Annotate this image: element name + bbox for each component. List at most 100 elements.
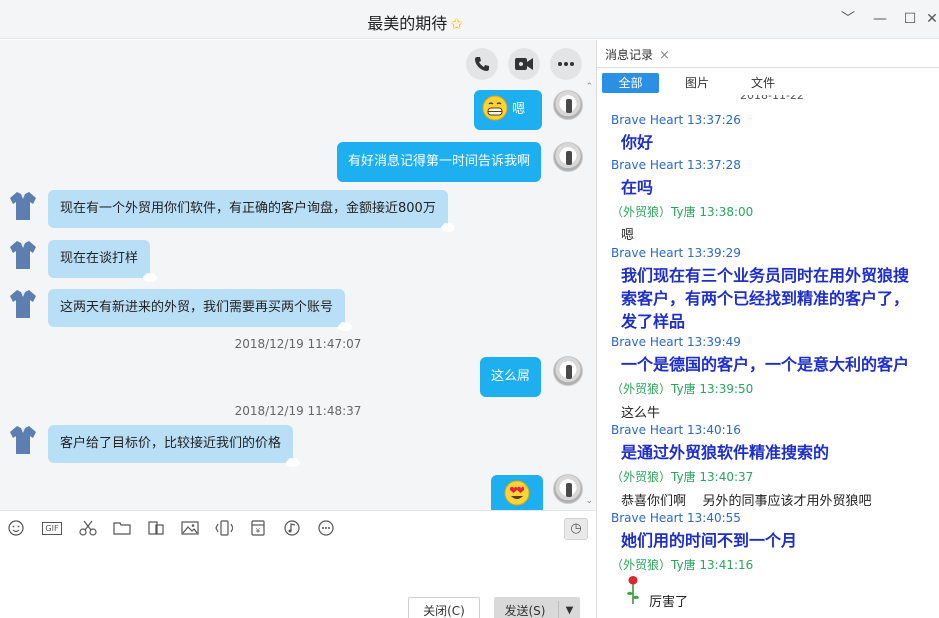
history-message: 恭喜你们啊 另外的同事应该才用外贸狼吧 bbox=[621, 494, 872, 509]
history-sender: Brave Heart 13:37:26 bbox=[611, 113, 741, 127]
history-sender: Brave Heart 13:40:55 bbox=[611, 511, 741, 525]
message-bubble[interactable]: 现在有一个外贸用你们软件，有正确的客户询盘，金额接近800万 bbox=[48, 190, 455, 232]
collapse-button[interactable]: ﹀ bbox=[838, 9, 858, 29]
cloud-icon bbox=[286, 458, 301, 467]
message-text: 这么屌 bbox=[491, 369, 531, 384]
history-sender: （外贸狼）Ty唐 13:38:00 bbox=[611, 205, 754, 219]
shirt-avatar-icon bbox=[10, 426, 36, 454]
shirt-avatar-icon bbox=[10, 290, 36, 318]
message-text: 这两天有新进来的外贸，我们需要再买两个账号 bbox=[60, 300, 334, 315]
tab-label: 消息记录 bbox=[605, 48, 654, 62]
history-sender: （外贸狼）Ty唐 13:39:50 bbox=[611, 382, 754, 396]
close-window-button[interactable]: ✕ bbox=[922, 9, 939, 29]
message-bubble[interactable]: 嗯 bbox=[474, 90, 542, 130]
message-bubble[interactable]: 现在在谈打样 bbox=[48, 240, 158, 282]
contact-avatar[interactable] bbox=[8, 190, 38, 222]
filter-files[interactable]: 文件 bbox=[737, 73, 789, 93]
message-text: 客户给了目标价，比较接近我们的价格 bbox=[60, 436, 282, 451]
message-history-panel[interactable]: 消息记录 × 全部 图片 文件 2018-11-22 Brave Heart 13… bbox=[597, 40, 939, 618]
history-message: 嗯 bbox=[621, 228, 635, 243]
history-sender: Brave Heart 13:39:49 bbox=[611, 335, 741, 349]
star-icon[interactable]: ✩ bbox=[450, 15, 463, 33]
contact-avatar[interactable] bbox=[8, 424, 38, 456]
send-options-dropdown[interactable]: ▼ bbox=[558, 601, 580, 618]
message-text: 现在有一个外贸用你们软件，有正确的客户询盘，金额接近800万 bbox=[60, 201, 436, 216]
my-avatar[interactable] bbox=[553, 474, 583, 504]
history-sender: Brave Heart 13:39:29 bbox=[611, 246, 741, 260]
minimize-button[interactable]: — bbox=[870, 9, 890, 29]
message-text: 现在在谈打样 bbox=[60, 251, 139, 266]
cloud-icon bbox=[143, 273, 158, 282]
timestamp: 2018/12/19 11:48:37 bbox=[234, 404, 362, 418]
history-sender: （外贸狼）Ty唐 13:40:37 bbox=[611, 470, 754, 484]
history-message: 她们用的时间不到一个月 bbox=[621, 531, 798, 550]
heart-eyes-emoji-icon bbox=[504, 480, 530, 506]
shirt-avatar-icon bbox=[10, 241, 36, 269]
grin-emoji-icon bbox=[482, 95, 508, 121]
cloud-icon bbox=[440, 223, 455, 232]
history-message: 一个是德国的客户，一个是意大利的客户 bbox=[621, 355, 910, 374]
title-bar: 最美的期待 ✩ ﹀ — ☐ ✕ bbox=[0, 0, 939, 39]
contact-avatar[interactable] bbox=[8, 239, 38, 271]
phone-call-button[interactable] bbox=[466, 48, 498, 80]
scroll-down-icon[interactable]: ⌄ bbox=[585, 496, 593, 506]
message-bubble[interactable]: 这么屌 bbox=[480, 357, 542, 397]
close-button[interactable]: 关闭(C) bbox=[408, 597, 480, 618]
filter-all[interactable]: 全部 bbox=[602, 73, 659, 93]
history-message: 在吗 bbox=[621, 178, 654, 197]
message-input-area[interactable]: GIF ¥ ◷ 关闭(C) 发送(S) ▼ bbox=[0, 510, 596, 618]
message-bubble[interactable]: 有好消息记得第一时间告诉我啊 bbox=[337, 142, 542, 182]
my-avatar[interactable] bbox=[553, 90, 583, 120]
message-text: 嗯 bbox=[512, 102, 526, 117]
window-title: 最美的期待 ✩ bbox=[0, 10, 830, 34]
history-message: 这么牛 bbox=[621, 406, 661, 421]
shirt-avatar-icon bbox=[10, 192, 36, 220]
contact-name: 最美的期待 bbox=[367, 14, 448, 33]
emoji-icon[interactable] bbox=[6, 519, 26, 537]
send-label[interactable]: 发送(S) bbox=[494, 597, 556, 618]
video-call-button[interactable] bbox=[508, 48, 540, 80]
gif-icon[interactable]: GIF bbox=[40, 519, 64, 537]
my-avatar[interactable] bbox=[553, 356, 583, 386]
shake-icon[interactable] bbox=[214, 519, 234, 537]
chat-tools bbox=[466, 48, 582, 80]
image-icon[interactable] bbox=[180, 519, 200, 537]
folder-icon[interactable] bbox=[112, 519, 132, 537]
scroll-up-icon[interactable]: ⌃ bbox=[585, 82, 593, 92]
chat-area[interactable]: ⌃ 嗯 有好消息记得第一时间告诉我啊 现在有一个外贸用你们软件，有正确的客户询盘… bbox=[0, 40, 596, 510]
more-options-button[interactable] bbox=[550, 48, 582, 80]
contact-avatar[interactable] bbox=[8, 288, 38, 320]
history-sender: （外贸狼）Ty唐 13:41:16 bbox=[611, 558, 754, 572]
input-toolbar: GIF ¥ bbox=[6, 519, 336, 537]
ellipsis-icon bbox=[558, 62, 574, 66]
close-tab-icon[interactable]: × bbox=[659, 48, 670, 63]
history-message: 厉害了 bbox=[649, 595, 689, 610]
history-sender: Brave Heart 13:40:16 bbox=[611, 423, 741, 437]
filter-images[interactable]: 图片 bbox=[671, 73, 723, 93]
maximize-button[interactable]: ☐ bbox=[900, 9, 920, 29]
history-sender: Brave Heart 13:37:28 bbox=[611, 158, 741, 172]
history-clock-button[interactable]: ◷ bbox=[564, 518, 588, 540]
more-icon[interactable] bbox=[316, 519, 336, 537]
history-message: 我们现在有三个业务员同时在用外贸狼搜索客户，有两个已经找到精准的客户了，发了样品 bbox=[621, 266, 910, 331]
scissors-icon[interactable] bbox=[78, 519, 98, 537]
history-message: 是通过外贸狼软件精准搜索的 bbox=[621, 443, 830, 462]
svg-text:¥: ¥ bbox=[256, 527, 261, 535]
screenshot-icon[interactable] bbox=[146, 519, 166, 537]
music-icon[interactable] bbox=[282, 519, 302, 537]
phone-icon bbox=[475, 57, 489, 71]
date-separator: 2018-11-22 bbox=[740, 95, 804, 102]
message-bubble[interactable] bbox=[491, 475, 543, 510]
history-message: 你好 bbox=[621, 133, 654, 152]
message-bubble[interactable]: 这两天有新进来的外贸，我们需要再买两个账号 bbox=[48, 289, 353, 331]
rose-emoji-icon bbox=[627, 576, 639, 604]
tab-message-history[interactable]: 消息记录 × bbox=[605, 46, 670, 63]
cloud-icon bbox=[338, 322, 353, 331]
video-camera-icon bbox=[515, 58, 533, 70]
message-bubble[interactable]: 客户给了目标价，比较接近我们的价格 bbox=[48, 425, 301, 467]
red-packet-icon[interactable]: ¥ bbox=[248, 519, 268, 537]
message-text: 有好消息记得第一时间告诉我啊 bbox=[348, 154, 531, 169]
send-button[interactable]: 发送(S) ▼ bbox=[494, 597, 580, 618]
tab-divider bbox=[597, 67, 939, 68]
my-avatar[interactable] bbox=[553, 142, 583, 172]
